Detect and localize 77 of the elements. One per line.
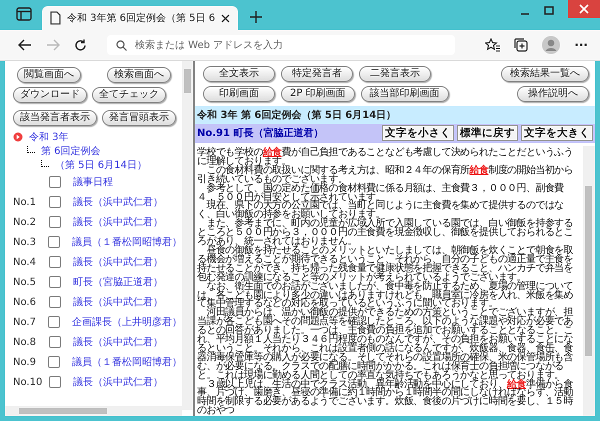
speech-paragraph: ３歳以上児は、生活の中でクラス活動、異年齢活動を中心にしており、給食準備から食事、片づけ、歯磨き、昼寝の準備に約１時間から１時間半の間にしなければならず、活動時間を制限する必要があるようでございます。炊飯、食後の片づけに時間を要し、１５時のおやつ <box>197 380 574 416</box>
maximize-icon[interactable] <box>544 6 554 16</box>
refresh-icon[interactable] <box>74 38 87 52</box>
browser-tab[interactable]: 令和 3年第 6回定例会（第 5日 6 <box>42 6 238 30</box>
favorites-star-icon[interactable] <box>485 38 500 52</box>
play-circle-icon <box>13 132 23 142</box>
checkbox[interactable] <box>49 376 61 388</box>
vertical-scrollbar[interactable] <box>583 146 595 416</box>
speaker-link[interactable]: 議事日程 <box>73 175 113 189</box>
nav-button[interactable]: 閲覧画面へ <box>17 67 81 83</box>
speaker-link[interactable]: 議長（浜中武仁君） <box>73 255 163 269</box>
speech-number: No.5 <box>13 276 36 288</box>
speaker-link[interactable]: 議長（浜中武仁君） <box>73 295 163 309</box>
tab-title: 令和 3年第 6回定例会（第 5日 6 <box>66 12 216 25</box>
tree-link[interactable]: 第 6回定例会 <box>41 144 101 158</box>
tree-link[interactable]: 令和 3年 <box>29 130 69 144</box>
speaker-link[interactable]: 議長（浜中武仁君） <box>73 215 163 229</box>
nav-button[interactable]: 全てチェック <box>92 87 166 103</box>
meeting-title: 令和 3年 第 6回定例会（第 5日 6月14日） <box>195 106 595 124</box>
speech-number: No.4 <box>13 256 36 268</box>
close-icon <box>579 4 589 14</box>
sidebar-icon[interactable] <box>16 7 32 21</box>
speech-number: No.10 <box>13 376 42 388</box>
checkbox[interactable] <box>49 196 61 208</box>
nav-button[interactable]: 検索結果一覧へ <box>501 66 589 82</box>
font-size-button[interactable]: 文字を小さく <box>382 125 454 141</box>
speech-number: No.9 <box>13 356 36 368</box>
checkbox[interactable] <box>49 256 61 268</box>
checkbox[interactable] <box>49 176 61 188</box>
speech-number: No.2 <box>13 216 36 228</box>
speaker-link[interactable]: 議員（１番松岡昭博君） <box>72 355 182 369</box>
forward-arrow-icon[interactable] <box>46 39 60 51</box>
horizontal-scrollbar[interactable] <box>5 406 182 416</box>
new-tab-icon[interactable] <box>250 11 262 23</box>
font-size-button[interactable]: 標準に戻す <box>457 125 518 141</box>
speech-number: No.6 <box>13 296 36 308</box>
speech-number: No.8 <box>13 336 36 348</box>
view-button[interactable]: 二発言表示 <box>359 66 431 82</box>
speaker-link[interactable]: 議長（浜中武仁君） <box>73 335 163 349</box>
checkbox[interactable] <box>49 296 61 308</box>
view-button[interactable]: 全文表示 <box>203 66 275 82</box>
speaker-name: No.91 町長（宮脇正道君） <box>197 126 324 140</box>
speech-number: No.3 <box>13 236 36 248</box>
more-menu[interactable]: ··· <box>574 38 588 52</box>
nav-button[interactable]: 該当発言者表示 <box>13 110 97 126</box>
vertical-scrollbar[interactable] <box>182 61 193 410</box>
nav-button[interactable]: 検索画面へ <box>107 67 171 83</box>
checkbox[interactable] <box>49 216 61 228</box>
back-arrow-icon[interactable] <box>18 39 32 51</box>
collections-icon[interactable] <box>514 38 528 52</box>
window-close-button[interactable] <box>568 0 600 18</box>
speech-number: No.7 <box>13 316 36 328</box>
nav-button[interactable]: 操作説明へ <box>517 86 589 102</box>
speaker-link[interactable]: 議長（浜中武仁君） <box>73 375 163 389</box>
checkbox[interactable] <box>49 276 61 288</box>
document-icon <box>50 11 61 25</box>
profile-avatar-icon[interactable] <box>542 36 560 54</box>
checkbox[interactable] <box>48 356 60 368</box>
view-button[interactable]: 該当部印刷画面 <box>360 86 449 102</box>
font-size-button[interactable]: 文字を大きく <box>521 125 593 141</box>
speaker-link[interactable]: 町長（宮脇正道君） <box>73 275 163 289</box>
speaker-link[interactable]: 議長（浜中武仁君） <box>73 195 163 209</box>
checkbox[interactable] <box>48 316 60 328</box>
close-icon[interactable] <box>221 14 230 22</box>
tree-link[interactable]: （第 5日 6月14日） <box>55 158 147 172</box>
view-button[interactable]: 2P 印刷画面 <box>281 86 355 102</box>
view-button[interactable]: 特定発言者 <box>281 66 353 82</box>
checkbox[interactable] <box>48 236 60 248</box>
search-icon <box>116 40 127 51</box>
view-button[interactable]: 印刷画面 <box>203 86 275 102</box>
nav-button[interactable]: ダウンロード <box>13 87 87 103</box>
speaker-link[interactable]: 企画課長（上井明彦君） <box>72 315 182 329</box>
checkbox[interactable] <box>49 336 61 348</box>
speaker-link[interactable]: 議員（１番松岡昭博君） <box>72 235 182 249</box>
nav-button[interactable]: 発言冒頭表示 <box>102 110 176 126</box>
address-field[interactable]: 検索または Web アドレスを入力 <box>107 35 456 55</box>
speech-number: No.1 <box>13 196 36 208</box>
